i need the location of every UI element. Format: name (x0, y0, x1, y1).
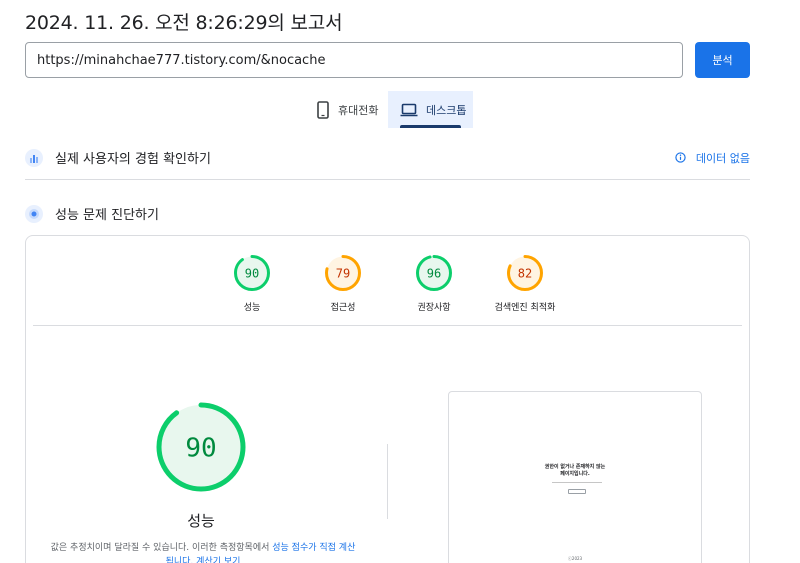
card-divider (33, 325, 742, 326)
section-divider (25, 179, 750, 180)
performance-note: 값은 추정치이며 달라질 수 있습니다. 이러한 측정항목에서 성능 점수가 직… (48, 541, 358, 563)
no-data-label: 데이터 없음 (695, 151, 750, 165)
laptop-icon (400, 103, 418, 116)
score-ring: 82 (507, 255, 543, 291)
score-gauge-4[interactable]: 82 검색엔진 최적화 (470, 254, 580, 313)
tab-mobile-label: 휴대전화 (338, 103, 379, 117)
screenshot-text-line2: 페이지입니다. (560, 471, 590, 477)
performance-label: 성능 (187, 512, 215, 530)
performance-gauge[interactable]: 90 (155, 401, 247, 493)
screenshot-text-line1: 권한이 없거나 존재하지 않는 (544, 464, 606, 470)
score-label: 검색엔진 최적화 (494, 303, 556, 313)
info-icon (675, 152, 686, 163)
field-data-section: 실제 사용자의 경험 확인하기 데이터 없음 (25, 145, 750, 170)
no-data-status: 데이터 없음 (675, 150, 750, 166)
users-chart-icon (25, 148, 43, 167)
score-ring: 90 (234, 255, 270, 291)
gauge-value: 90 (245, 266, 259, 280)
lab-card: 90 성능 79 접근성 96 권장사항 82 검색엔진 최적화 90 성능 값은 추정치이며… (25, 235, 750, 563)
tab-desktop[interactable]: 데스크톱 (388, 91, 473, 128)
vertical-divider (387, 444, 388, 519)
tab-selected-indicator (400, 125, 461, 128)
field-data-title: 실제 사용자의 경험 확인하기 (55, 152, 211, 167)
screenshot-button (568, 489, 586, 494)
score-ring: 96 (416, 255, 452, 291)
url-input[interactable] (25, 42, 683, 78)
gauge-value: 90 (185, 433, 216, 463)
tab-desktop-label: 데스크톱 (426, 103, 467, 117)
page-screenshot: 권한이 없거나 존재하지 않는 페이지입니다. ⓒ2023 (448, 391, 702, 563)
lab-data-section: 성능 문제 진단하기 (25, 201, 750, 226)
gauge-value: 79 (336, 266, 350, 280)
gauge-value: 82 (518, 266, 532, 280)
gauge-value: 96 (427, 266, 441, 280)
tab-mobile[interactable]: 휴대전화 (310, 91, 386, 128)
analyze-button[interactable]: 분석 (695, 42, 750, 78)
note-text: 값은 추정치이며 달라질 수 있습니다. 이러한 측정항목에서 (50, 543, 273, 553)
lighthouse-icon (25, 204, 43, 223)
lab-data-title: 성능 문제 진단하기 (55, 208, 159, 223)
score-ring: 79 (325, 255, 361, 291)
smartphone-icon (317, 100, 329, 119)
screenshot-footer: ⓒ2023 (567, 556, 583, 561)
report-title: 2024. 11. 26. 오전 8:26:29의 보고서 (25, 12, 343, 34)
screenshot-rule (552, 482, 602, 483)
